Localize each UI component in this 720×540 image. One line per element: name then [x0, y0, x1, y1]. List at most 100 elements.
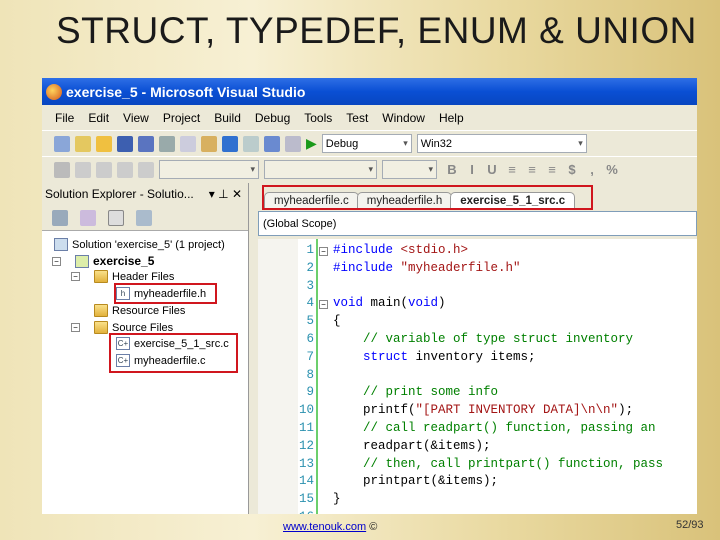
class-diagram-icon[interactable]	[136, 209, 152, 226]
code-line: 9 // print some info	[298, 385, 697, 403]
collapse-icon[interactable]: −	[71, 272, 80, 281]
style-select[interactable]	[159, 160, 259, 179]
menu-build[interactable]: Build	[214, 111, 241, 125]
code-token: <stdio.h>	[400, 243, 469, 257]
pin-icon[interactable]: ⊥	[218, 187, 228, 201]
format-button[interactable]: B	[442, 162, 462, 177]
format-button[interactable]: ≡	[542, 162, 562, 177]
code-line: 4− void main(void)	[298, 296, 697, 314]
code-line: 6 // variable of type struct inventory	[298, 332, 697, 350]
code-token: "myheaderfile.h"	[400, 260, 521, 275]
menu-tools[interactable]: Tools	[304, 111, 332, 125]
open-file-icon[interactable]	[96, 135, 112, 152]
tree-header-files[interactable]: Header Files	[94, 270, 174, 283]
copy-icon[interactable]	[180, 135, 196, 152]
line-number: 10	[298, 403, 314, 418]
code-line: 15}	[298, 492, 697, 510]
scope-select[interactable]: (Global Scope)	[258, 211, 697, 236]
menu-test[interactable]: Test	[346, 111, 368, 125]
code-token: printpart(&items);	[333, 474, 499, 489]
code-text: readpart(&items);	[333, 439, 491, 453]
platform-select[interactable]: Win32	[416, 134, 587, 153]
title-bar: exercise_5 - Microsoft Visual Studio	[42, 78, 697, 105]
menu-file[interactable]: File	[55, 111, 74, 125]
code-text: #include "myheaderfile.h"	[333, 261, 521, 275]
tree-solution[interactable]: Solution 'exercise_5' (1 project)	[54, 238, 225, 251]
format-button[interactable]: U	[482, 162, 502, 177]
promote-icon[interactable]	[96, 161, 112, 178]
start-debug-icon[interactable]: ▶	[306, 135, 317, 152]
format-button[interactable]: ≡	[522, 162, 542, 177]
footer: www.tenouk.com ©	[283, 521, 377, 533]
code-token: #include	[333, 260, 394, 275]
format-button[interactable]: $	[562, 162, 582, 177]
solution-explorer-header: Solution Explorer - Solutio... ▾ ⊥ ✕	[42, 183, 248, 205]
code-token: // call readpart() function, passing an	[333, 421, 656, 435]
menu-window[interactable]: Window	[382, 111, 425, 125]
save-all-icon[interactable]	[138, 135, 154, 152]
paste-icon[interactable]	[201, 135, 217, 152]
navigate-back-icon[interactable]	[264, 135, 280, 152]
code-area[interactable]: 1− #include <stdio.h> 2 #include "myheaderf…	[258, 239, 697, 514]
view-code-icon[interactable]	[108, 209, 124, 226]
config-select[interactable]: Debug	[321, 134, 412, 153]
template-icon[interactable]	[138, 161, 154, 178]
code-token: void	[408, 296, 439, 311]
tree-resource-files[interactable]: Resource Files	[94, 304, 185, 317]
redo-icon[interactable]	[243, 135, 259, 152]
menu-debug[interactable]: Debug	[255, 111, 290, 125]
line-number: 4	[306, 296, 314, 311]
line-number: 6	[306, 332, 314, 346]
fold-icon[interactable]: −	[319, 247, 328, 256]
menu-project[interactable]: Project	[163, 111, 200, 125]
format-button[interactable]: %	[602, 162, 622, 177]
menu-help[interactable]: Help	[439, 111, 464, 125]
code-line: 10 printf("[PART INVENTORY DATA]\n\n");	[298, 403, 697, 421]
highlight-box	[109, 333, 238, 373]
cut-icon[interactable]	[159, 135, 175, 152]
new-project-icon[interactable]	[54, 135, 70, 152]
show-all-files-icon[interactable]	[80, 209, 96, 226]
collapse-icon[interactable]: −	[71, 323, 80, 332]
tree-project[interactable]: exercise_5	[75, 254, 154, 268]
add-item-icon[interactable]	[75, 135, 91, 152]
format-button[interactable]: ≡	[502, 162, 522, 177]
project-label: exercise_5	[93, 254, 155, 268]
window-title: exercise_5 - Microsoft Visual Studio	[66, 83, 306, 100]
code-token: struct	[363, 349, 409, 364]
solution-label: Solution 'exercise_5' (1 project)	[72, 238, 225, 251]
fold-icon[interactable]: −	[319, 300, 328, 310]
code-token: );	[618, 403, 634, 418]
format-button[interactable]: I	[462, 162, 482, 177]
code-text: printpart(&items);	[333, 474, 498, 488]
line-number: 3	[306, 278, 314, 293]
refactor-icon[interactable]	[75, 161, 91, 178]
code-text: printf("[PART INVENTORY DATA]\n\n");	[333, 403, 633, 417]
footer-link[interactable]: www.tenouk.com	[283, 521, 366, 533]
font-select[interactable]	[264, 160, 377, 179]
dropdown-icon[interactable]: ▾	[209, 187, 215, 201]
menu-edit[interactable]: Edit	[88, 111, 109, 125]
navigate-forward-icon[interactable]	[285, 135, 301, 152]
solution-explorer-title: Solution Explorer - Solutio...	[45, 187, 194, 201]
properties-icon[interactable]	[52, 209, 68, 226]
highlight-box	[114, 283, 217, 304]
format-button[interactable]: ,	[582, 162, 602, 177]
line-number: 5	[306, 314, 314, 329]
code-token: inventory items;	[408, 349, 536, 364]
close-icon[interactable]: ✕	[232, 187, 242, 201]
code-text: struct inventory items;	[333, 350, 536, 364]
code-line: 14 printpart(&items);	[298, 474, 697, 492]
menu-view[interactable]: View	[123, 111, 149, 125]
size-select[interactable]	[382, 160, 437, 179]
save-icon[interactable]	[117, 135, 133, 152]
folder-icon	[94, 321, 108, 334]
visual-studio-window: exercise_5 - Microsoft Visual Studio Fil…	[42, 78, 697, 514]
format-buttons: B I U ≡ ≡ ≡ $,%	[442, 162, 622, 177]
collapse-icon[interactable]: −	[52, 257, 61, 266]
code-token: "[PART INVENTORY DATA]\n\n"	[415, 403, 619, 418]
reorder-icon[interactable]	[117, 161, 133, 178]
class-view-icon[interactable]	[54, 161, 70, 178]
undo-icon[interactable]	[222, 135, 238, 152]
